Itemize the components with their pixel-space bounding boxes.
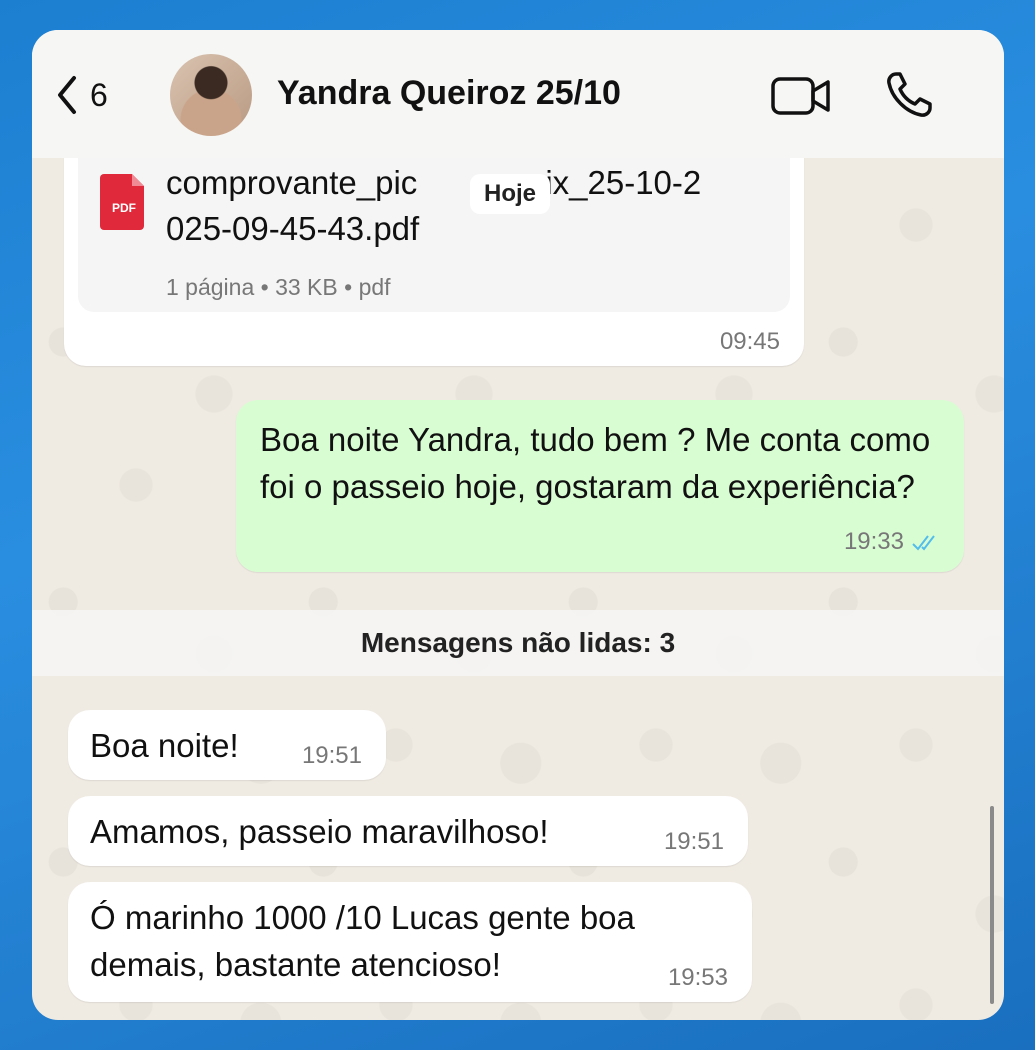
read-ticks-icon [912, 535, 935, 551]
message-time: 19:53 [667, 964, 728, 991]
message-text: Amamos, passeio maravilhoso! [90, 813, 549, 850]
message-text: Ó marinho 1000 /10 Lucas gente boa demai… [90, 899, 635, 983]
unread-count: 6 [90, 76, 108, 113]
document-message[interactable]: PDF comprovante_pic ix_25-10-2 025-09-45-4… [64, 126, 804, 366]
message-time: 19:33 [843, 528, 904, 555]
svg-text:PDF: PDF [112, 201, 136, 215]
message-time: 09:45 [719, 328, 780, 355]
incoming-message[interactable]: Ó marinho 1000 /10 Lucas gente boa demai… [68, 882, 752, 1002]
chevron-left-icon [58, 76, 76, 114]
incoming-message[interactable]: Amamos, passeio maravilhoso! 19:51 [68, 796, 748, 866]
pdf-file-icon: PDF [100, 174, 144, 230]
document-file-name: comprovante_pic ix_25-10-2 025-09-45-43.pd… [166, 164, 702, 247]
document-meta: 1 página • 33 KB • pdf [166, 274, 391, 300]
scrollbar[interactable] [990, 806, 994, 1004]
video-call-icon[interactable] [770, 74, 832, 118]
message-text: Boa noite! [90, 727, 239, 764]
message-time: 19:51 [301, 742, 362, 769]
back-button[interactable]: 6 [54, 74, 108, 116]
incoming-message[interactable]: Boa noite! 19:51 [68, 710, 386, 780]
message-text: Boa noite Yandra, tudo bem ? Me conta co… [260, 421, 931, 505]
message-time: 19:51 [663, 828, 724, 855]
phone-icon[interactable] [884, 70, 934, 120]
chat-header: 6 Yandra Queiroz 25/10 [32, 30, 1004, 158]
outgoing-message[interactable]: Boa noite Yandra, tudo bem ? Me conta co… [236, 400, 964, 572]
avatar[interactable] [170, 54, 252, 136]
date-chip: Hoje [470, 174, 551, 214]
chat-window: PDF comprovante_pic ix_25-10-2 025-09-45-4… [32, 30, 1004, 1020]
contact-name[interactable]: Yandra Queiroz 25/10 [277, 74, 621, 113]
document-attachment[interactable]: PDF comprovante_pic ix_25-10-2 025-09-45-4… [78, 132, 790, 312]
unread-divider: Mensagens não lidas: 3 [32, 610, 1004, 676]
